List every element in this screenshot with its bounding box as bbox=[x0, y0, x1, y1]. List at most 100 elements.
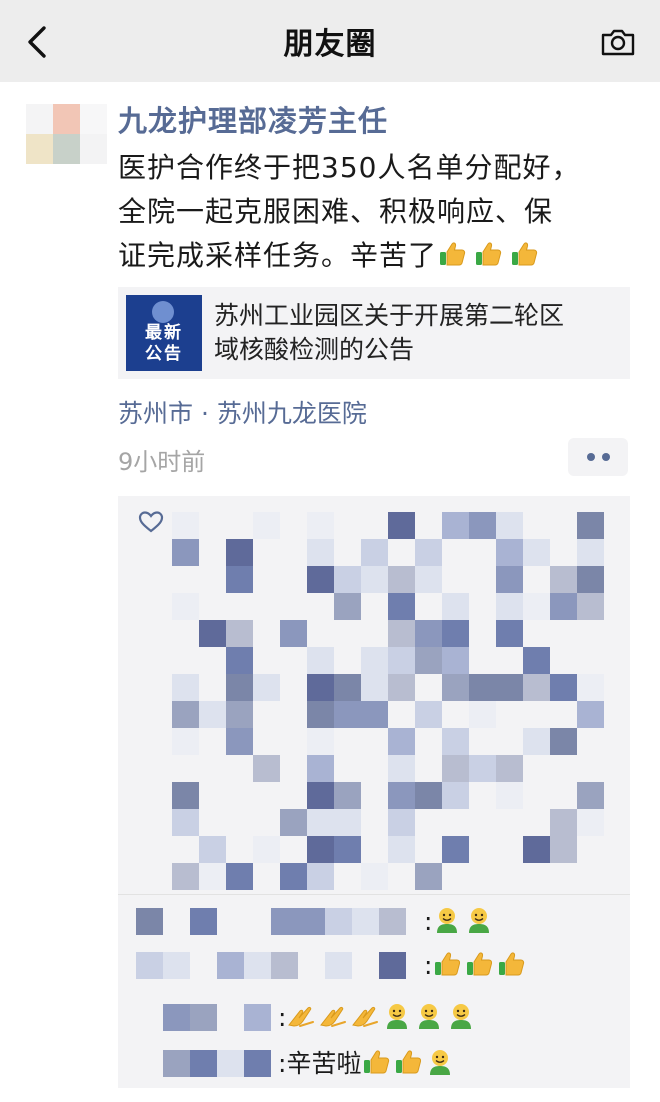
post-text-line-content: 证完成采样任务。辛苦了 bbox=[118, 239, 438, 272]
thumbnail-text: 最新 bbox=[145, 323, 183, 343]
comment-text: : bbox=[424, 902, 496, 942]
mosaic-cell bbox=[163, 952, 190, 979]
mosaic-cell bbox=[415, 566, 442, 593]
mosaic-cell bbox=[388, 674, 415, 701]
mosaic-cell bbox=[496, 539, 523, 566]
mosaic-cell bbox=[280, 809, 307, 836]
mosaic-cell bbox=[244, 952, 271, 979]
mosaic-cell bbox=[307, 512, 334, 539]
navbar: 朋友圈 bbox=[0, 0, 660, 82]
clap-icon bbox=[318, 1001, 348, 1031]
post-text: 医护合作终于把350人名单分配好， 全院一起克服困难、积极响应、保 证完成采样任… bbox=[118, 146, 638, 278]
mosaic-cell bbox=[469, 701, 496, 728]
mosaic-cell bbox=[244, 1050, 271, 1077]
mosaic-cell bbox=[361, 539, 388, 566]
mosaic-cell bbox=[442, 593, 469, 620]
mosaic-cell bbox=[307, 809, 334, 836]
mosaic-cell bbox=[388, 566, 415, 593]
mosaic-cell bbox=[280, 620, 307, 647]
mosaic-cell bbox=[388, 728, 415, 755]
post-author-name[interactable]: 九龙护理部凌芳主任 bbox=[118, 98, 388, 140]
shared-article-card[interactable]: 最新 公告 苏州工业园区关于开展第二轮区 域核酸检测的公告 bbox=[118, 287, 630, 379]
mosaic-cell bbox=[496, 782, 523, 809]
mosaic-cell bbox=[226, 620, 253, 647]
grinning-person-icon bbox=[425, 1047, 455, 1077]
mosaic-cell bbox=[226, 701, 253, 728]
mosaic-cell bbox=[352, 908, 379, 935]
shared-article-title: 苏州工业园区关于开展第二轮区 域核酸检测的公告 bbox=[214, 299, 614, 367]
mosaic-cell bbox=[388, 593, 415, 620]
comment-item[interactable]: : bbox=[118, 946, 630, 986]
mosaic-cell bbox=[244, 1004, 271, 1031]
mosaic-cell bbox=[550, 566, 577, 593]
badge-icon bbox=[152, 301, 174, 323]
mosaic-cell bbox=[307, 782, 334, 809]
mosaic-cell bbox=[334, 809, 361, 836]
mosaic-cell bbox=[253, 674, 280, 701]
avatar[interactable] bbox=[26, 104, 107, 164]
mosaic-cell bbox=[136, 952, 163, 979]
comment-text: : bbox=[278, 998, 478, 1038]
mosaic-cell bbox=[199, 836, 226, 863]
mosaic-cell bbox=[307, 701, 334, 728]
mosaic-cell bbox=[190, 1004, 217, 1031]
mosaic-cell bbox=[442, 647, 469, 674]
post-text-line: 全院一起克服困难、积极响应、保 bbox=[118, 195, 554, 228]
mosaic-cell bbox=[172, 674, 199, 701]
mosaic-cell bbox=[415, 701, 442, 728]
likes-comments-panel: : : : :辛苦啦 bbox=[118, 496, 630, 1088]
mosaic-cell bbox=[172, 539, 199, 566]
mosaic-cell bbox=[298, 908, 325, 935]
mosaic-cell bbox=[577, 674, 604, 701]
shared-article-title-line: 域核酸检测的公告 bbox=[214, 335, 415, 364]
mosaic-cell bbox=[253, 512, 280, 539]
mosaic-cell bbox=[577, 809, 604, 836]
thumbs-up-icon bbox=[509, 238, 539, 268]
mosaic-cell bbox=[523, 647, 550, 674]
mosaic-cell bbox=[388, 647, 415, 674]
heart-icon bbox=[138, 511, 164, 533]
comment-item[interactable]: :辛苦啦 bbox=[118, 1044, 630, 1084]
mosaic-cell bbox=[496, 593, 523, 620]
thumbs-up-icon bbox=[473, 238, 503, 268]
mosaic-cell bbox=[415, 539, 442, 566]
comment-text: :辛苦啦 bbox=[278, 1044, 457, 1084]
mosaic-cell bbox=[325, 908, 352, 935]
mosaic-cell bbox=[190, 908, 217, 935]
mosaic-cell bbox=[523, 728, 550, 755]
mosaic-cell bbox=[388, 620, 415, 647]
post-location[interactable]: 苏州市 · 苏州九龙医院 bbox=[118, 394, 367, 430]
comment-item[interactable]: : bbox=[118, 902, 630, 942]
mosaic-cell bbox=[136, 908, 163, 935]
mosaic-cell bbox=[442, 620, 469, 647]
camera-icon[interactable] bbox=[600, 26, 636, 58]
mosaic-cell bbox=[361, 647, 388, 674]
mosaic-cell bbox=[442, 755, 469, 782]
clap-icon bbox=[350, 1001, 380, 1031]
comment-item[interactable]: : bbox=[118, 998, 630, 1038]
mosaic-cell bbox=[271, 908, 298, 935]
mosaic-cell bbox=[415, 863, 442, 890]
mosaic-cell bbox=[550, 728, 577, 755]
back-arrow-icon[interactable] bbox=[18, 22, 58, 62]
mosaic-cell bbox=[172, 863, 199, 890]
mosaic-cell bbox=[523, 593, 550, 620]
mosaic-cell bbox=[577, 566, 604, 593]
mosaic-cell bbox=[415, 620, 442, 647]
mosaic-cell bbox=[307, 539, 334, 566]
mosaic-cell bbox=[550, 809, 577, 836]
mosaic-cell bbox=[307, 728, 334, 755]
mosaic-cell bbox=[172, 809, 199, 836]
mosaic-cell bbox=[172, 512, 199, 539]
mosaic-cell bbox=[334, 701, 361, 728]
mosaic-cell bbox=[361, 863, 388, 890]
more-actions-button[interactable] bbox=[568, 438, 628, 476]
mosaic-cell bbox=[172, 593, 199, 620]
mosaic-cell bbox=[550, 836, 577, 863]
comment-emoji-group bbox=[361, 1049, 457, 1078]
mosaic-cell bbox=[577, 782, 604, 809]
mosaic-cell bbox=[550, 674, 577, 701]
mosaic-cell bbox=[388, 836, 415, 863]
mosaic-cell bbox=[280, 863, 307, 890]
mosaic-cell bbox=[217, 952, 244, 979]
